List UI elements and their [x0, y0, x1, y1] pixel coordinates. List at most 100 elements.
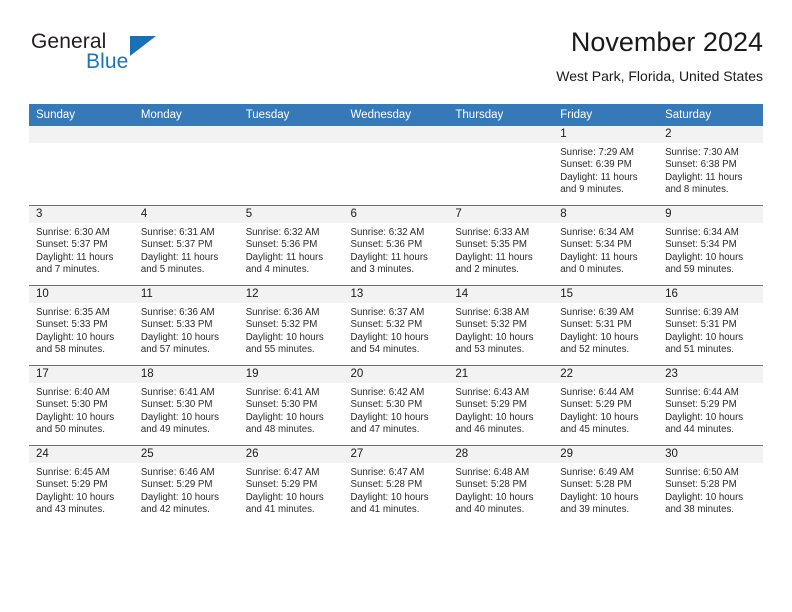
- calendar-cell[interactable]: [343, 126, 449, 206]
- calendar-cell[interactable]: 8 Sunrise: 6:34 AM Sunset: 5:34 PM Daylight…: [553, 205, 659, 286]
- calendar-cell[interactable]: 29 Sunrise: 6:49 AM Sunset: 5:28 PM Dayligh…: [553, 445, 659, 525]
- sunset-text: Sunset: 5:29 PM: [140, 479, 213, 491]
- day-number: 15: [553, 286, 659, 303]
- sunrise-text: Sunrise: 6:32 AM: [245, 227, 320, 238]
- daylight-text-line1: Daylight: 10 hours: [36, 491, 115, 503]
- calendar-cell[interactable]: 17 Sunrise: 6:40 AM Sunset: 5:30 PM Dayligh…: [29, 365, 134, 446]
- calendar-cell[interactable]: 16 Sunrise: 6:39 AM Sunset: 5:31 PM Dayligh…: [658, 285, 763, 366]
- daylight-text-line1: Daylight: 11 hours: [140, 251, 219, 263]
- calendar-cell[interactable]: 13 Sunrise: 6:37 AM Sunset: 5:32 PM Dayligh…: [343, 285, 449, 366]
- calendar-cell[interactable]: 9 Sunrise: 6:34 AM Sunset: 5:34 PM Daylight…: [658, 205, 763, 286]
- calendar-cell[interactable]: 28 Sunrise: 6:48 AM Sunset: 5:28 PM Dayligh…: [448, 445, 554, 525]
- calendar-cell[interactable]: 4 Sunrise: 6:31 AM Sunset: 5:37 PM Daylight…: [133, 205, 239, 286]
- sunrise-text: Sunrise: 6:39 AM: [665, 307, 739, 318]
- daylight-text-line2: and 47 minutes.: [350, 424, 420, 436]
- calendar-cell[interactable]: 3 Sunrise: 6:30 AM Sunset: 5:37 PM Daylight…: [29, 205, 134, 286]
- day-details: Sunrise: 6:35 AM Sunset: 5:33 PM Daylight:…: [29, 303, 134, 357]
- calendar-grid: Sunday Monday Tuesday Wednesday Thursday…: [29, 104, 763, 525]
- day-details: [29, 143, 134, 147]
- calendar-cell[interactable]: 11 Sunrise: 6:36 AM Sunset: 5:33 PM Dayligh…: [133, 285, 239, 366]
- calendar-cell[interactable]: 22 Sunrise: 6:44 AM Sunset: 5:29 PM Dayligh…: [553, 365, 659, 446]
- calendar-body: 1 Sunrise: 7:29 AM Sunset: 6:39 PM Daylight…: [29, 126, 763, 525]
- calendar-cell[interactable]: 20 Sunrise: 6:42 AM Sunset: 5:30 PM Dayligh…: [343, 365, 449, 446]
- sunrise-text: Sunrise: 6:34 AM: [665, 227, 739, 238]
- daylight-text-line1: Daylight: 11 hours: [245, 251, 324, 263]
- calendar-cell[interactable]: 23 Sunrise: 6:44 AM Sunset: 5:29 PM Dayligh…: [658, 365, 763, 446]
- sunset-text: Sunset: 5:29 PM: [455, 399, 527, 411]
- daylight-text-line2: and 55 minutes.: [245, 344, 315, 356]
- calendar-cell[interactable]: 12 Sunrise: 6:36 AM Sunset: 5:32 PM Dayligh…: [238, 285, 344, 366]
- day-cell: 20 Sunrise: 6:42 AM Sunset: 5:30 PM Dayligh…: [343, 366, 449, 445]
- day-details: Sunrise: 6:31 AM Sunset: 5:37 PM Daylight:…: [134, 223, 239, 277]
- daylight-text-line1: Daylight: 10 hours: [665, 251, 744, 263]
- calendar-cell[interactable]: 27 Sunrise: 6:47 AM Sunset: 5:28 PM Dayligh…: [343, 445, 449, 525]
- daylight-text-line1: Daylight: 10 hours: [36, 331, 115, 343]
- weekday-header-thursday: Thursday: [448, 104, 554, 126]
- calendar-cell[interactable]: [29, 126, 134, 206]
- calendar-cell[interactable]: 2 Sunrise: 7:30 AM Sunset: 6:38 PM Daylight…: [658, 126, 763, 206]
- calendar-cell[interactable]: [238, 126, 344, 206]
- calendar-cell[interactable]: 10 Sunrise: 6:35 AM Sunset: 5:33 PM Dayligh…: [29, 285, 134, 366]
- sunset-text: Sunset: 5:34 PM: [560, 239, 632, 251]
- day-details: Sunrise: 6:38 AM Sunset: 5:32 PM Daylight:…: [448, 303, 553, 357]
- sunset-text: Sunset: 5:34 PM: [665, 239, 737, 251]
- daylight-text-line1: Daylight: 10 hours: [560, 411, 639, 423]
- day-details: Sunrise: 6:44 AM Sunset: 5:29 PM Daylight:…: [658, 383, 763, 437]
- day-cell: 19 Sunrise: 6:41 AM Sunset: 5:30 PM Dayligh…: [238, 366, 344, 445]
- sunrise-text: Sunrise: 6:30 AM: [36, 227, 110, 238]
- day-number: 27: [343, 446, 449, 463]
- sunrise-text: Sunrise: 6:32 AM: [350, 227, 425, 238]
- daylight-text-line2: and 52 minutes.: [560, 344, 630, 356]
- day-number: 30: [658, 446, 763, 463]
- day-cell: 3 Sunrise: 6:30 AM Sunset: 5:37 PM Daylight…: [29, 206, 134, 285]
- daylight-text-line2: and 49 minutes.: [140, 424, 210, 436]
- sunrise-text: Sunrise: 6:39 AM: [560, 307, 634, 318]
- sunrise-text: Sunrise: 6:35 AM: [36, 307, 110, 318]
- day-number: [29, 126, 134, 143]
- day-details: Sunrise: 6:41 AM Sunset: 5:30 PM Daylight:…: [134, 383, 239, 437]
- calendar-cell[interactable]: 5 Sunrise: 6:32 AM Sunset: 5:36 PM Daylight…: [238, 205, 344, 286]
- calendar-cell[interactable]: 24 Sunrise: 6:45 AM Sunset: 5:29 PM Dayligh…: [29, 445, 134, 525]
- sunset-text: Sunset: 5:29 PM: [36, 479, 108, 491]
- calendar-cell[interactable]: [133, 126, 239, 206]
- calendar-cell[interactable]: [448, 126, 554, 206]
- weekday-header-tuesday: Tuesday: [238, 104, 344, 126]
- day-cell: 8 Sunrise: 6:34 AM Sunset: 5:34 PM Daylight…: [553, 206, 659, 285]
- day-number: 25: [133, 446, 239, 463]
- calendar-page: General Blue November 2024 West Park, Fl…: [0, 0, 792, 612]
- sunrise-text: Sunrise: 6:44 AM: [665, 387, 739, 398]
- daylight-text-line2: and 51 minutes.: [665, 344, 734, 356]
- day-number: 8: [553, 206, 659, 223]
- sunset-text: Sunset: 5:30 PM: [140, 399, 213, 411]
- calendar-cell[interactable]: 21 Sunrise: 6:43 AM Sunset: 5:29 PM Dayligh…: [448, 365, 554, 446]
- daylight-text-line2: and 48 minutes.: [245, 424, 315, 436]
- daylight-text-line2: and 57 minutes.: [140, 344, 210, 356]
- daylight-text-line1: Daylight: 10 hours: [350, 331, 429, 343]
- calendar-cell[interactable]: 26 Sunrise: 6:47 AM Sunset: 5:29 PM Dayligh…: [238, 445, 344, 525]
- calendar-cell[interactable]: 15 Sunrise: 6:39 AM Sunset: 5:31 PM Dayligh…: [553, 285, 659, 366]
- calendar-cell[interactable]: 1 Sunrise: 7:29 AM Sunset: 6:39 PM Daylight…: [553, 126, 659, 206]
- daylight-text-line1: Daylight: 11 hours: [560, 171, 638, 183]
- day-details: Sunrise: 6:44 AM Sunset: 5:29 PM Daylight:…: [553, 383, 658, 437]
- day-details: Sunrise: 6:39 AM Sunset: 5:31 PM Daylight:…: [658, 303, 763, 357]
- calendar-cell[interactable]: 7 Sunrise: 6:33 AM Sunset: 5:35 PM Daylight…: [448, 205, 554, 286]
- calendar-cell[interactable]: 19 Sunrise: 6:41 AM Sunset: 5:30 PM Dayligh…: [238, 365, 344, 446]
- page-subtitle: West Park, Florida, United States: [556, 68, 763, 84]
- day-number: 12: [238, 286, 344, 303]
- calendar-cell[interactable]: 14 Sunrise: 6:38 AM Sunset: 5:32 PM Dayligh…: [448, 285, 554, 366]
- calendar-cell[interactable]: 18 Sunrise: 6:41 AM Sunset: 5:30 PM Dayligh…: [133, 365, 239, 446]
- daylight-text-line1: Daylight: 10 hours: [665, 491, 744, 503]
- day-cell: 23 Sunrise: 6:44 AM Sunset: 5:29 PM Dayligh…: [658, 366, 763, 445]
- sunset-text: Sunset: 5:28 PM: [665, 479, 737, 491]
- brand-logo[interactable]: General Blue: [29, 28, 259, 84]
- brand-name-blue: Blue: [86, 50, 129, 73]
- calendar-cell[interactable]: 30 Sunrise: 6:50 AM Sunset: 5:28 PM Dayligh…: [658, 445, 763, 525]
- day-cell: 28 Sunrise: 6:48 AM Sunset: 5:28 PM Dayligh…: [448, 446, 554, 525]
- day-details: [239, 143, 344, 147]
- day-cell: 24 Sunrise: 6:45 AM Sunset: 5:29 PM Dayligh…: [29, 446, 134, 525]
- calendar-cell[interactable]: 6 Sunrise: 6:32 AM Sunset: 5:36 PM Daylight…: [343, 205, 449, 286]
- calendar-cell[interactable]: 25 Sunrise: 6:46 AM Sunset: 5:29 PM Dayligh…: [133, 445, 239, 525]
- day-number: 7: [448, 206, 554, 223]
- sunset-text: Sunset: 5:32 PM: [245, 319, 318, 331]
- daylight-text-line1: Daylight: 10 hours: [245, 331, 324, 343]
